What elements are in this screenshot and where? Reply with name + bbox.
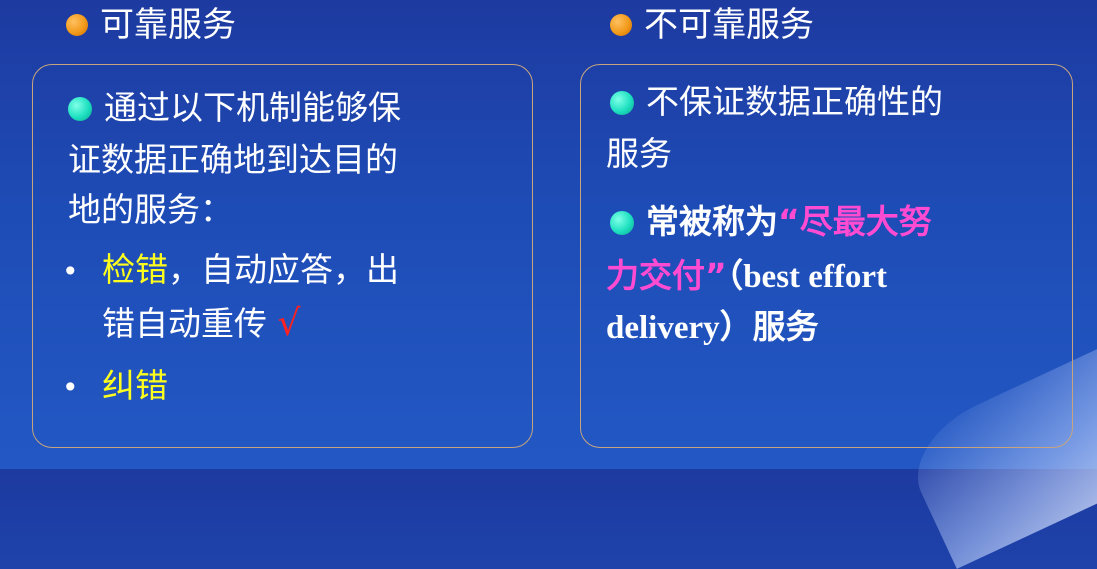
unreliable-p1-line2: 服务: [606, 134, 672, 173]
bullet-dot-icon: •: [62, 371, 79, 404]
bullet-dot-icon: •: [62, 255, 79, 288]
best-effort-highlight: “尽最大努: [778, 202, 932, 241]
unreliable-p2-line1: 常被称为“尽最大努: [610, 196, 932, 248]
reliable-desc-line1: 通过以下机制能够保: [68, 82, 401, 134]
orange-bullet-icon: [66, 14, 88, 36]
teal-bullet-icon: [610, 211, 634, 235]
error-correction-label: 纠错: [102, 366, 168, 405]
teal-bullet-icon: [610, 91, 634, 115]
bullet-error-detection-line2: 错自动重传 √: [102, 303, 301, 344]
checkmark-icon: √: [277, 303, 301, 344]
heading-reliable: 可靠服务: [66, 4, 236, 46]
reliable-desc-line2: 证数据正确地到达目的: [68, 140, 398, 179]
bullet-error-detection: • 检错，自动应答，出: [62, 244, 399, 298]
reliable-desc-line3: 地的服务：: [68, 190, 233, 229]
unreliable-p2-line3: delivery）服务: [606, 310, 819, 346]
heading-unreliable-text: 不可靠服务: [644, 5, 814, 45]
unreliable-p2-line2: 力交付”（best effort: [606, 256, 888, 295]
teal-bullet-icon: [68, 97, 92, 121]
heading-unreliable: 不可靠服务: [610, 4, 814, 46]
error-detection-label: 检错: [102, 250, 168, 289]
heading-reliable-text: 可靠服务: [100, 5, 236, 45]
unreliable-p1-line1: 不保证数据正确性的: [610, 76, 943, 128]
bullet-error-correction: • 纠错: [62, 360, 168, 414]
orange-bullet-icon: [610, 14, 632, 36]
